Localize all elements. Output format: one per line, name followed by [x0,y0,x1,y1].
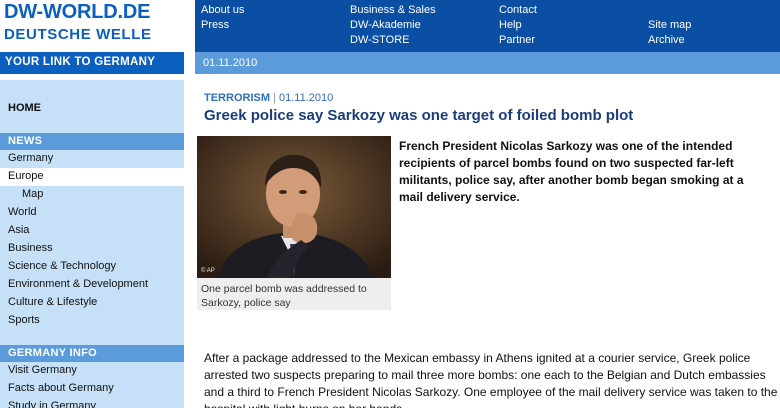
nav-link-archive[interactable]: Archive [648,33,691,48]
article-lead: French President Nicolas Sarkozy was one… [399,139,744,204]
photo-caption: One parcel bomb was addressed to Sarkozy… [201,283,367,309]
sidebar-item-visit-germany[interactable]: Visit Germany [0,362,184,380]
sidebar-item-world[interactable]: World [0,204,184,222]
sidebar-item-label: Europe [8,170,44,182]
sidebar-item-study-in-germany[interactable]: Study in Germany [0,398,184,408]
sidebar-item-science-technology[interactable]: Science & Technology [0,258,184,276]
kicker-separator: | [273,92,276,104]
sidebar-news-header-label: NEWS [8,135,43,147]
top-navigation: About us Press Business & Sales DW-Akade… [195,0,780,52]
sidebar-item-label: Asia [8,224,30,236]
article-photo-box: © AP One parcel bomb was addressed to Sa… [197,136,391,310]
nav-link-contact[interactable]: Contact [499,3,537,18]
sidebar-home-link[interactable]: HOME [8,102,41,114]
nav-link-about-us[interactable]: About us [201,3,244,18]
sidebar: HOME NEWS Germany Europe Map World Asia … [0,80,184,408]
logo-line-1: DW-WORLD.DE [4,1,151,23]
tagline: YOUR LINK TO GERMANY [5,56,156,68]
nav-link-partner[interactable]: Partner [499,33,537,48]
article-kicker: TERRORISM | 01.11.2010 [204,92,333,104]
nav-column-1: About us Press [201,3,244,33]
sidebar-item-germany[interactable]: Germany [0,150,184,168]
dw-logo[interactable]: DW-WORLD.DE DEUTSCHE WELLE [0,0,184,52]
nav-link-help[interactable]: Help [499,18,537,33]
sidebar-item-label: World [8,206,37,218]
sidebar-item-facts-about-germany[interactable]: Facts about Germany [0,380,184,398]
nav-column-3: Contact Help Partner [499,3,537,48]
nav-link-business-sales[interactable]: Business & Sales [350,3,436,18]
article-photo[interactable]: © AP [197,136,391,278]
sidebar-germany-info-header[interactable]: GERMANY INFO [0,345,184,362]
sidebar-item-label: Map [22,188,44,200]
article-headline: Greek police say Sarkozy was one target … [204,107,634,124]
logo-line-2: DEUTSCHE WELLE [4,26,152,43]
current-date: 01.11.2010 [203,57,258,69]
article-content: TERRORISM | 01.11.2010 Greek police say … [195,80,780,408]
sidebar-item-label: Business [8,242,53,254]
nav-link-site-map[interactable]: Site map [648,18,691,33]
sidebar-item-asia[interactable]: Asia [0,222,184,240]
sidebar-item-environment-development[interactable]: Environment & Development [0,276,184,294]
sidebar-item-label: Environment & Development [8,278,149,290]
sidebar-item-label: Facts about Germany [8,382,114,394]
date-bar: 01.11.2010 [195,52,780,74]
sidebar-item-label: Study in Germany [8,400,97,408]
nav-column-2: Business & Sales DW-Akademie DW-STORE [350,3,436,48]
sidebar-germany-info-header-label: GERMANY INFO [8,347,97,359]
sidebar-item-map[interactable]: Map [0,186,184,204]
sidebar-item-business[interactable]: Business [0,240,184,258]
sidebar-item-label: Germany [8,152,54,164]
sidebar-item-label: Science & Technology [8,260,117,272]
sidebar-item-culture-lifestyle[interactable]: Culture & Lifestyle [0,294,184,312]
sidebar-item-europe[interactable]: Europe [0,168,184,186]
article-category[interactable]: TERRORISM [204,92,270,104]
photo-credit: © AP [201,268,215,274]
nav-link-dw-store[interactable]: DW-STORE [350,33,436,48]
sidebar-item-label: Culture & Lifestyle [8,296,98,308]
sidebar-item-label: Visit Germany [8,364,77,376]
tagline-bar: YOUR LINK TO GERMANY [0,52,184,74]
article-date: 01.11.2010 [278,92,334,104]
sidebar-item-sports[interactable]: Sports [0,312,184,330]
sidebar-item-label: Sports [8,314,40,326]
sarkozy-portrait-image [197,136,391,278]
nav-column-4: Site map Archive [648,18,691,48]
article-body: After a package addressed to the Mexican… [204,351,778,408]
sidebar-news-header[interactable]: NEWS [0,133,184,150]
nav-link-dw-akademie[interactable]: DW-Akademie [350,18,436,33]
nav-link-press[interactable]: Press [201,18,244,33]
